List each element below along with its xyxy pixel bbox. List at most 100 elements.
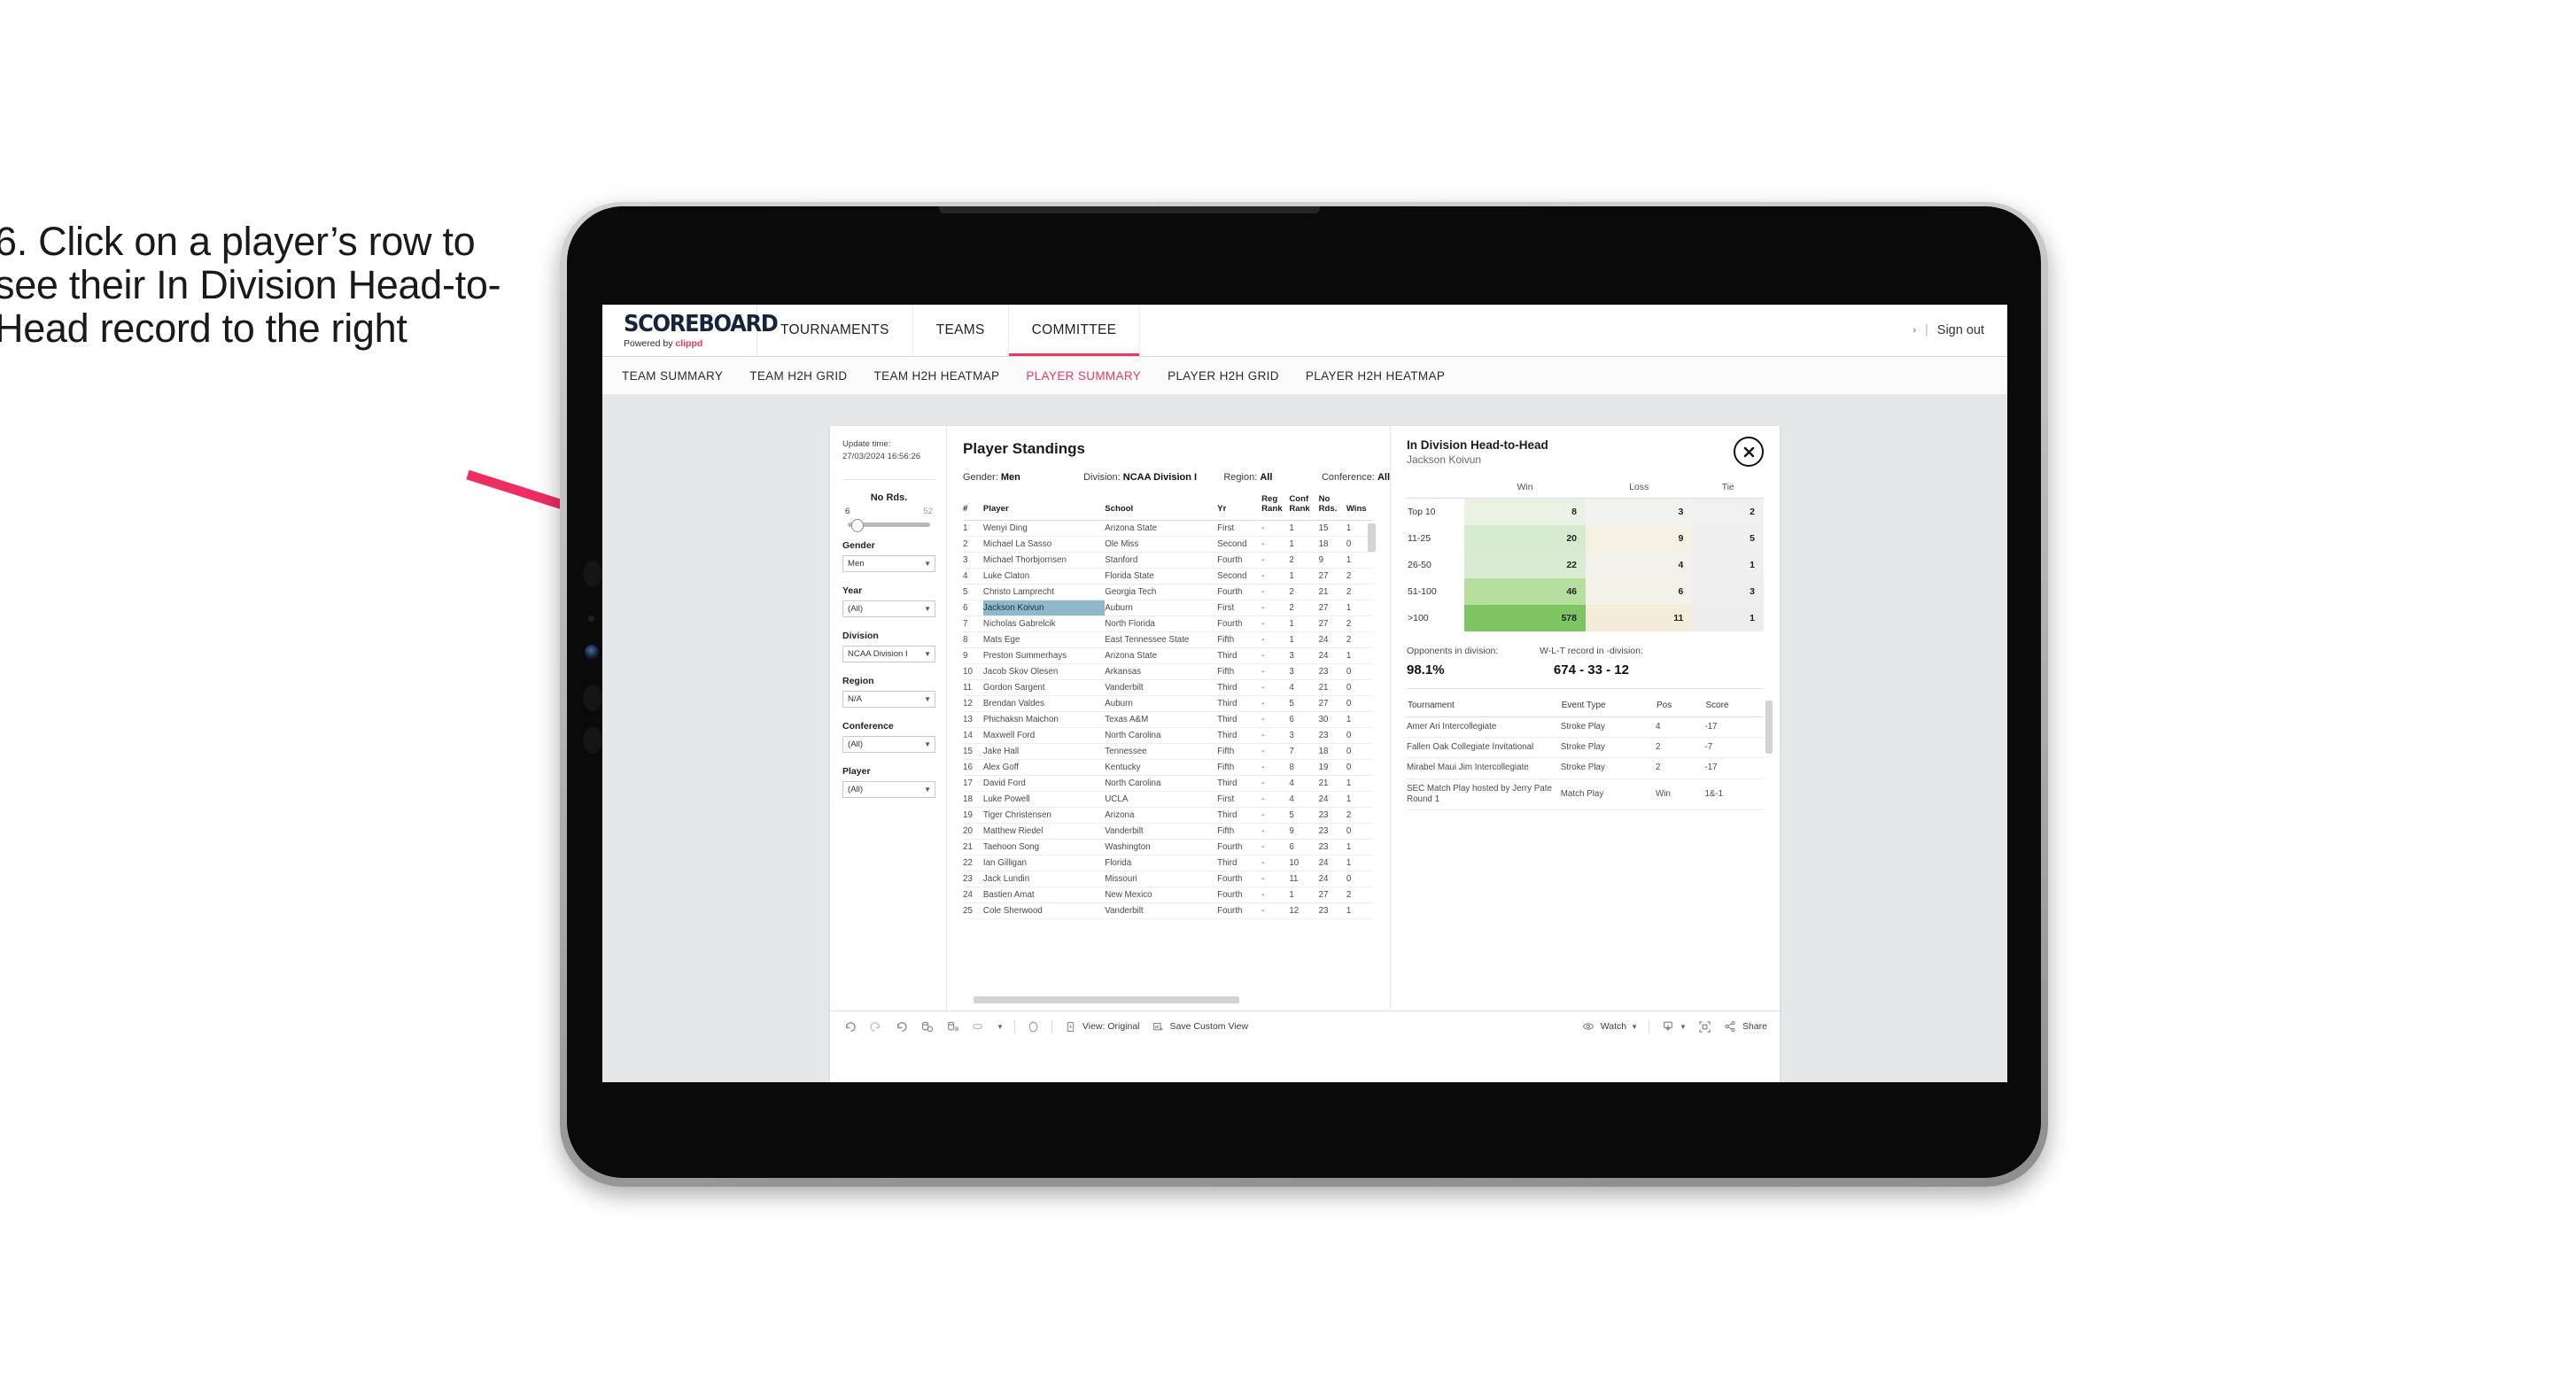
save-custom-view-button[interactable]: Save Custom View — [1151, 1019, 1248, 1034]
tournament-row[interactable]: Fallen Oak Collegiate Invitational Stroke… — [1407, 737, 1764, 759]
tournament-row[interactable]: Amer Ari Intercollegiate Stroke Play 4 -17 — [1407, 716, 1764, 739]
col-no-rds[interactable]: No Rds. — [1318, 494, 1346, 522]
chevron-right-icon[interactable]: › — [1913, 325, 1916, 336]
table-row[interactable]: 11 Gordon Sargent Vanderbilt Third -4 21 0 — [963, 679, 1372, 697]
topnav-committee[interactable]: COMMITTEE — [1008, 305, 1141, 356]
standings-horizontal-scrollbar[interactable] — [974, 996, 1239, 1003]
cell-year: Second — [1217, 536, 1262, 554]
table-row[interactable]: 10 Jacob Skov Olesen Arkansas Fifth -3 23 0 — [963, 663, 1372, 681]
slider-track[interactable] — [848, 518, 930, 532]
summary-conference-label: Conference: — [1321, 472, 1375, 483]
slider-handle[interactable] — [851, 518, 864, 532]
app-top-navbar: SCOREBOARD Powered by clippd TOURNAMENTS… — [602, 305, 2007, 357]
sign-out-button[interactable]: Sign out — [1937, 323, 1984, 337]
filter-region-select[interactable]: N/A ▼ — [842, 690, 935, 708]
tab-team-summary[interactable]: TEAM SUMMARY — [622, 369, 723, 383]
cell-conf-rank: 1 — [1289, 616, 1319, 633]
table-row[interactable]: 12 Brendan Valdes Auburn Third -5 27 0 — [963, 695, 1372, 713]
table-row[interactable]: 6 Jackson Koivun Auburn First -2 27 1 — [963, 600, 1372, 617]
table-row[interactable]: 8 Mats Ege East Tennessee State Fifth -1 24 2 — [963, 631, 1372, 649]
tournament-row[interactable]: Mirabel Maui Jim Intercollegiate Stroke P… — [1407, 757, 1764, 779]
dashboard-card: Update time: 27/03/2024 16:56:26 No Rds.… — [830, 426, 1780, 1082]
refresh-data-icon[interactable] — [919, 1019, 935, 1034]
table-row[interactable]: 1 Wenyi Ding Arizona State First -1 15 1 — [963, 520, 1372, 538]
filter-player-select[interactable]: (All) ▼ — [842, 780, 935, 798]
topnav-teams[interactable]: TEAMS — [913, 305, 1009, 356]
filter-conference-select[interactable]: (All) ▼ — [842, 735, 935, 753]
h2h-row-label: Top 10 — [1408, 507, 1436, 517]
tournament-row[interactable]: SEC Match Play hosted by Jerry Pate Roun… — [1407, 778, 1764, 811]
col-year[interactable]: Yr — [1217, 495, 1262, 522]
filter-gender-select[interactable]: Men ▼ — [842, 554, 935, 572]
share-button[interactable]: Share — [1723, 1019, 1767, 1034]
table-row[interactable]: 16 Alex Goff Kentucky Fifth -8 19 0 — [963, 759, 1372, 777]
cell-no-rds: 19 — [1318, 759, 1346, 777]
tab-player-h2h-grid[interactable]: PLAYER H2H GRID — [1168, 369, 1279, 383]
highlight-icon[interactable] — [971, 1019, 986, 1034]
col-player[interactable]: Player — [982, 495, 1106, 522]
revert-icon[interactable] — [894, 1019, 909, 1034]
close-icon[interactable] — [1734, 437, 1764, 467]
table-row[interactable]: 4 Luke Claton Florida State Second -1 27 2 — [963, 568, 1372, 585]
cell-conf-rank: 9 — [1289, 823, 1319, 840]
table-row[interactable]: 18 Luke Powell UCLA First -4 24 1 — [963, 791, 1372, 809]
table-row[interactable]: 20 Matthew Riedel Vanderbilt Fifth -9 23 0 — [963, 823, 1372, 840]
filter-year-select[interactable]: (All) ▼ — [842, 600, 935, 617]
undo-icon[interactable] — [842, 1019, 857, 1034]
table-row[interactable]: 7 Nicholas Gabrelcik North Florida Fourth -1… — [963, 616, 1372, 633]
table-row[interactable]: 19 Tiger Christensen Arizona Third -5 23 2 — [963, 807, 1372, 825]
h2h-cell-loss: 6 — [1586, 578, 1693, 605]
brand-logo[interactable]: SCOREBOARD Powered by clippd — [602, 305, 779, 356]
filter-gender: Gender Men ▼ — [842, 540, 935, 572]
cell-reg-rank: - — [1261, 568, 1290, 585]
table-row[interactable]: 21 Taehoon Song Washington Fourth -6 23 1 — [963, 839, 1372, 856]
table-row[interactable]: 15 Jake Hall Tennessee Fifth -7 18 0 — [963, 743, 1372, 761]
standings-vertical-scrollbar[interactable] — [1368, 523, 1376, 552]
view-original-button[interactable]: View: Original — [1063, 1019, 1140, 1034]
cell-reg-rank: - — [1261, 520, 1290, 538]
table-row[interactable]: 14 Maxwell Ford North Carolina Third -3 23 0 — [963, 727, 1372, 745]
chevron-down-icon: ▼ — [924, 785, 931, 794]
pause-data-icon[interactable] — [945, 1019, 960, 1034]
tab-player-h2h-heatmap[interactable]: PLAYER H2H HEATMAP — [1306, 369, 1445, 383]
table-row[interactable]: 17 David Ford North Carolina Third -4 21 1 — [963, 775, 1372, 793]
cell-year: Third — [1217, 679, 1262, 697]
table-row[interactable]: 22 Ian Gilligan Florida Third -10 24 1 — [963, 855, 1372, 872]
col-reg-rank[interactable]: Reg Rank — [1261, 494, 1290, 522]
chevron-down-icon[interactable]: ▼ — [997, 1023, 1004, 1031]
cell-reg-rank: - — [1261, 711, 1290, 729]
device-preview-icon[interactable] — [1026, 1019, 1041, 1034]
download-button[interactable]: ▼ — [1660, 1019, 1687, 1034]
table-row[interactable]: 5 Christo Lamprecht Georgia Tech Fourth -2 21… — [963, 584, 1372, 601]
watch-button[interactable]: Watch ▼ — [1581, 1019, 1638, 1034]
tab-team-h2h-grid[interactable]: TEAM H2H GRID — [749, 369, 847, 383]
tournament-scrollbar[interactable] — [1765, 701, 1773, 754]
stat-wlt-record: W-L-T record in -division: 674 - 33 - 12 — [1540, 646, 1643, 678]
tab-player-summary[interactable]: PLAYER SUMMARY — [1026, 369, 1141, 383]
topnav-tournaments[interactable]: TOURNAMENTS — [757, 305, 913, 356]
table-row[interactable]: 25 Cole Sherwood Vanderbilt Fourth -12 23 1 — [963, 902, 1372, 920]
cell-no-rds: 23 — [1318, 663, 1346, 681]
table-row[interactable]: 3 Michael Thorbjornsen Stanford Fourth -2 9 1 — [963, 552, 1372, 569]
redo-icon[interactable] — [868, 1019, 883, 1034]
col-school[interactable]: School — [1105, 495, 1218, 522]
cell-year: Fourth — [1217, 584, 1262, 601]
cell-player: Matthew Riedel — [982, 823, 1106, 840]
table-row[interactable]: 9 Preston Summerhays Arizona State Third -3 2… — [963, 647, 1372, 665]
col-wins[interactable]: Wins — [1346, 495, 1372, 522]
table-row[interactable]: 13 Phichaksn Maichon Texas A&M Third -6 30 1 — [963, 711, 1372, 729]
chevron-down-icon: ▼ — [924, 604, 931, 613]
stat-opponents-value: 98.1% — [1407, 662, 1445, 678]
filter-division-select[interactable]: NCAA Division I ▼ — [842, 645, 935, 662]
col-rank[interactable]: # — [963, 495, 983, 522]
tab-team-h2h-heatmap[interactable]: TEAM H2H HEATMAP — [874, 369, 1000, 383]
col-conf-rank[interactable]: Conf Rank — [1289, 494, 1319, 522]
cell-rank: 13 — [963, 711, 983, 729]
cell-rank: 14 — [963, 727, 983, 745]
tablet-speaker-icon — [583, 685, 602, 711]
fullscreen-icon[interactable] — [1697, 1019, 1712, 1034]
cell-reg-rank: - — [1261, 759, 1290, 777]
table-row[interactable]: 23 Jack Lundin Missouri Fourth -11 24 0 — [963, 871, 1372, 888]
table-row[interactable]: 24 Bastien Amat New Mexico Fourth -1 27 2 — [963, 887, 1372, 904]
table-row[interactable]: 2 Michael La Sasso Ole Miss Second -1 18 0 — [963, 536, 1372, 554]
